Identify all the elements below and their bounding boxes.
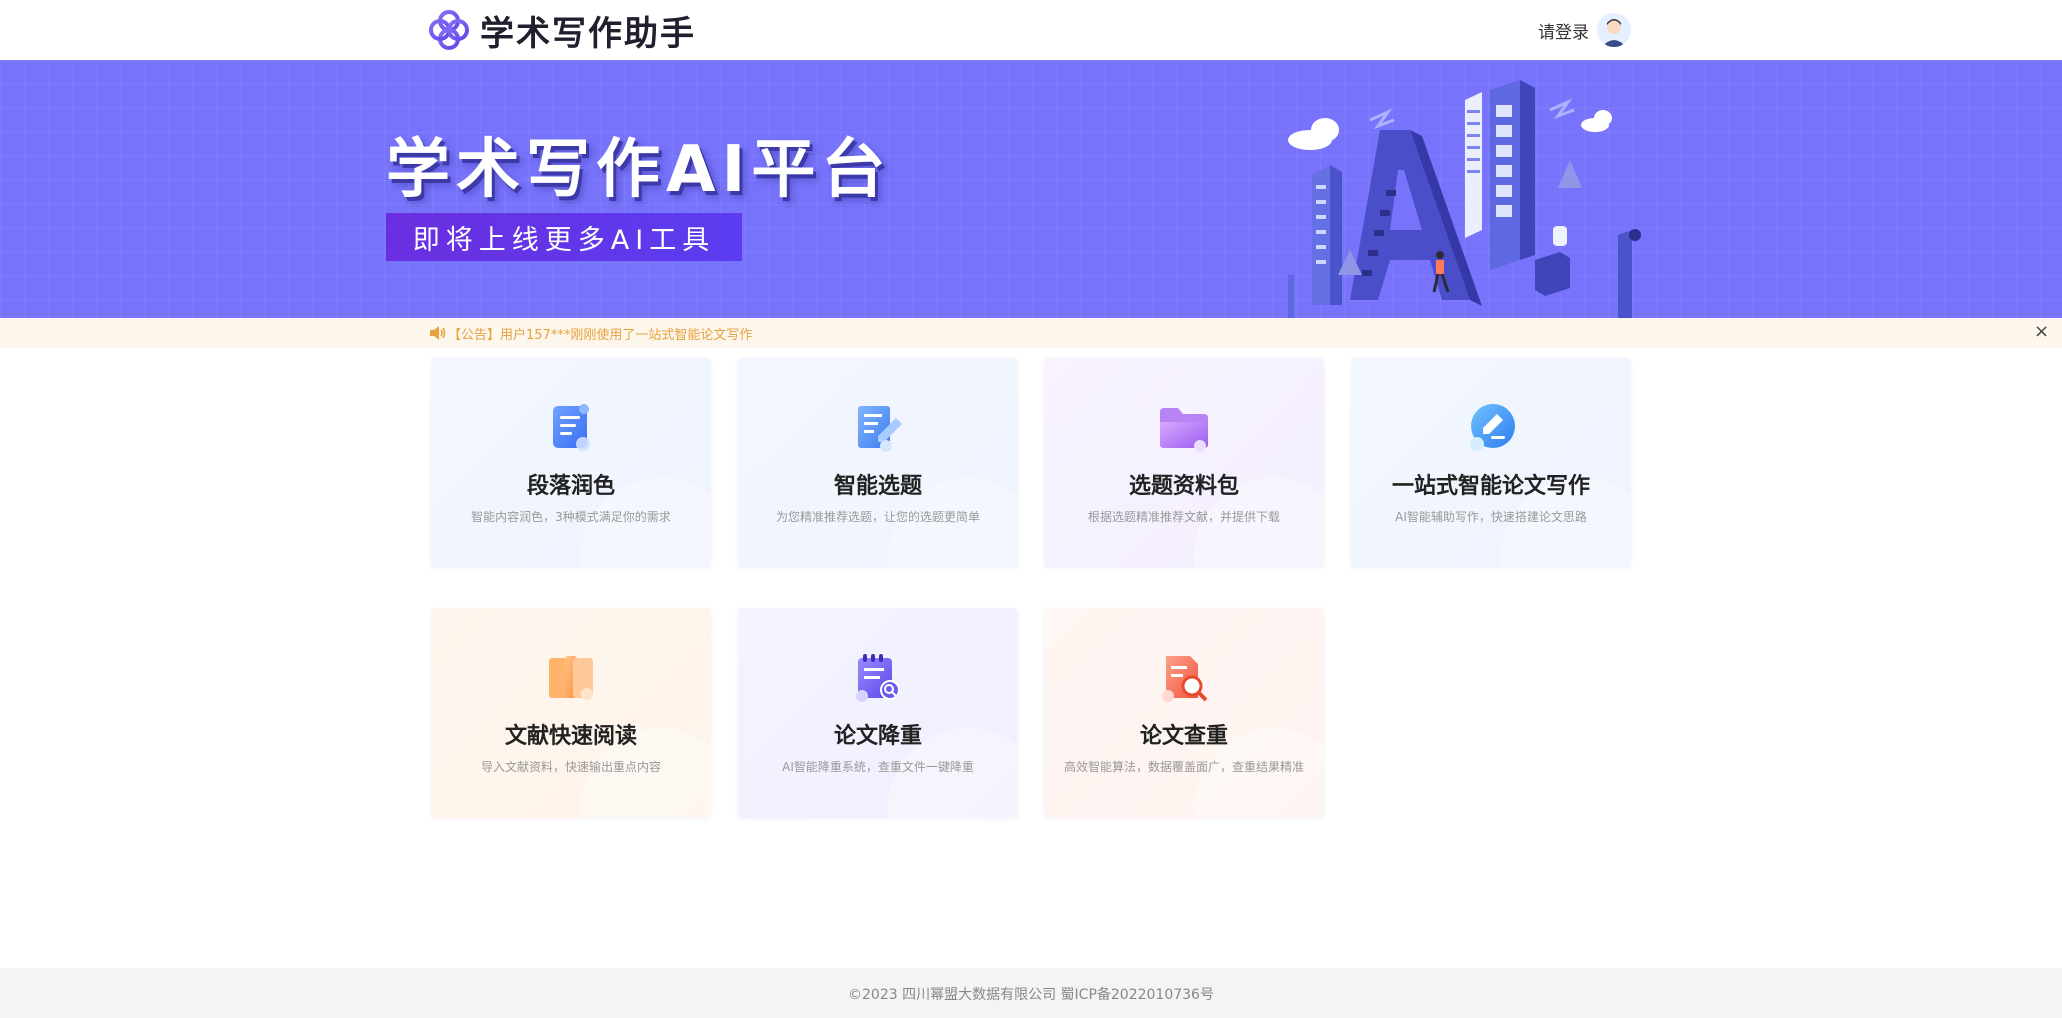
card-paragraph-polish[interactable]: 段落润色 智能内容润色，3种模式满足你的需求 (431, 358, 711, 568)
card-literature-reading[interactable]: 文献快速阅读 导入文献资料，快速输出重点内容 (431, 608, 711, 818)
top-header: 学术写作助手 请登录 (0, 0, 2062, 60)
footer-copyright: ©2023 四川幂盟大数据有限公司 蜀ICP备2022010736号 (848, 987, 1214, 1003)
card-desc: 智能内容润色，3种模式满足你的需求 (471, 510, 671, 524)
card-desc: 高效智能算法，数据覆盖面广，查重结果精准 (1063, 760, 1304, 774)
card-one-stop-writing[interactable]: 一站式智能论文写作 AI智能辅助写作，快速搭建论文思路 (1351, 358, 1631, 568)
card-title: 选题资料包 (1128, 474, 1239, 499)
logo-icon (429, 10, 469, 50)
city-ai-illustration-icon (1288, 80, 1641, 318)
card-topic-materials[interactable]: 选题资料包 根据选题精准推荐文献，并提供下载 (1044, 358, 1324, 568)
speaker-icon (430, 326, 446, 340)
folder-icon (1160, 408, 1208, 452)
logo[interactable]: 学术写作助手 (428, 8, 696, 54)
card-title: 论文降重 (833, 724, 922, 749)
cloud-icon (1288, 110, 1612, 150)
card-desc: AI智能辅助写作，快速搭建论文思路 (1395, 510, 1587, 524)
card-plagiarism-check[interactable]: 论文查重 高效智能算法，数据覆盖面广，查重结果精准 (1044, 608, 1324, 818)
login-text: 请登录 (1538, 22, 1589, 43)
card-smart-topic[interactable]: 智能选题 为您精准推荐选题，让您的选题更简单 (738, 358, 1018, 568)
notice-text: 【公告】用户157***刚刚使用了一站式智能论文写作 (448, 328, 753, 343)
book-icon (549, 656, 593, 700)
footer: ©2023 四川幂盟大数据有限公司 蜀ICP备2022010736号 (0, 968, 2062, 1018)
banner-subtitle: 即将上线更多AI工具 (386, 213, 742, 261)
card-title: 智能选题 (833, 474, 922, 499)
card-title: 论文查重 (1139, 724, 1228, 749)
document-magnifier-icon (1162, 656, 1208, 702)
card-title: 文献快速阅读 (504, 724, 637, 749)
avatar[interactable] (1597, 13, 1631, 47)
card-desc: 根据选题精准推荐文献，并提供下载 (1087, 510, 1280, 524)
login-button[interactable]: 请登录 (1538, 12, 1631, 48)
card-desc: AI智能降重系统，查重文件一键降重 (782, 760, 974, 774)
edit-circle-icon (1470, 404, 1515, 451)
card-desc: 导入文献资料，快速输出重点内容 (480, 760, 661, 774)
close-icon[interactable]: × (2034, 321, 2049, 342)
scroll-document-icon (553, 404, 590, 451)
card-title: 段落润色 (526, 474, 615, 499)
logo-text: 学术写作助手 (480, 13, 696, 54)
card-desc: 为您精准推荐选题，让您的选题更简单 (775, 510, 980, 524)
card-title: 一站式智能论文写作 (1391, 474, 1590, 499)
banner-title: 学术写作AI平台 (386, 133, 892, 207)
notice-bar: 【公告】用户157***刚刚使用了一站式智能论文写作 × (0, 318, 2062, 348)
notepad-search-icon (856, 654, 900, 702)
pencil-document-icon (858, 406, 902, 452)
hero-banner: 学术写作AI平台 即将上线更多AI工具 (0, 60, 2062, 318)
card-paper-rewrite[interactable]: 论文降重 AI智能降重系统，查重文件一键降重 (738, 608, 1018, 818)
